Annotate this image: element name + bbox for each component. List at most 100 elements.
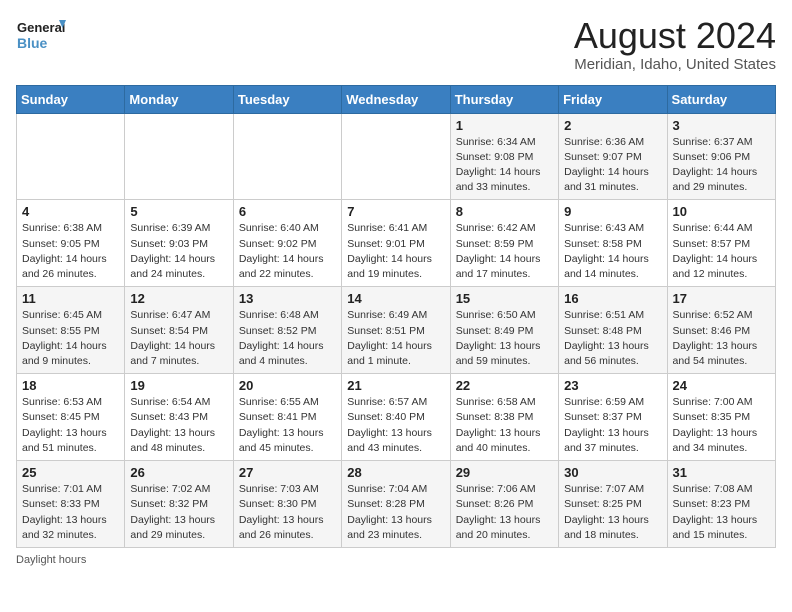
day-info: Sunrise: 6:44 AM Sunset: 8:57 PM Dayligh… [673,221,770,282]
svg-text:General: General [17,20,65,35]
day-number: 19 [130,378,227,393]
calendar-week-row: 1 Sunrise: 6:34 AM Sunset: 9:08 PM Daylig… [17,113,776,200]
calendar-cell: 4 Sunrise: 6:38 AM Sunset: 9:05 PM Daylig… [17,200,125,287]
day-number: 14 [347,291,444,306]
day-info: Sunrise: 6:51 AM Sunset: 8:48 PM Dayligh… [564,308,661,369]
day-info: Sunrise: 6:43 AM Sunset: 8:58 PM Dayligh… [564,221,661,282]
day-number: 11 [22,291,119,306]
day-number: 20 [239,378,336,393]
day-info: Sunrise: 6:49 AM Sunset: 8:51 PM Dayligh… [347,308,444,369]
calendar-cell: 29Sunrise: 7:06 AM Sunset: 8:26 PM Dayli… [450,461,558,548]
day-number: 13 [239,291,336,306]
day-info: Sunrise: 6:48 AM Sunset: 8:52 PM Dayligh… [239,308,336,369]
day-number: 17 [673,291,770,306]
weekday-header-cell: Tuesday [233,85,341,113]
calendar-cell [17,113,125,200]
calendar-cell: 1 Sunrise: 6:34 AM Sunset: 9:08 PM Daylig… [450,113,558,200]
day-number: 26 [130,465,227,480]
day-info: Sunrise: 6:58 AM Sunset: 8:38 PM Dayligh… [456,395,553,456]
calendar-cell: 12 Sunrise: 6:47 AM Sunset: 8:54 PM Dayli… [125,287,233,374]
calendar-cell: 2Sunrise: 6:36 AM Sunset: 9:07 PM Daylig… [559,113,667,200]
day-info: Sunrise: 6:39 AM Sunset: 9:03 PM Dayligh… [130,221,227,282]
calendar-body: 1 Sunrise: 6:34 AM Sunset: 9:08 PM Daylig… [17,113,776,547]
day-info: Sunrise: 7:00 AM Sunset: 8:35 PM Dayligh… [673,395,770,456]
calendar-cell: 13 Sunrise: 6:48 AM Sunset: 8:52 PM Dayli… [233,287,341,374]
weekday-header-cell: Sunday [17,85,125,113]
day-number: 27 [239,465,336,480]
calendar-cell: 16 Sunrise: 6:51 AM Sunset: 8:48 PM Dayli… [559,287,667,374]
calendar-week-row: 4 Sunrise: 6:38 AM Sunset: 9:05 PM Daylig… [17,200,776,287]
day-number: 28 [347,465,444,480]
day-number: 22 [456,378,553,393]
day-number: 31 [673,465,770,480]
calendar-cell: 7 Sunrise: 6:41 AM Sunset: 9:01 PM Daylig… [342,200,450,287]
day-info: Sunrise: 7:04 AM Sunset: 8:28 PM Dayligh… [347,482,444,543]
calendar-cell: 18 Sunrise: 6:53 AM Sunset: 8:45 PM Dayli… [17,374,125,461]
day-info: Sunrise: 6:37 AM Sunset: 9:06 PM Dayligh… [673,135,770,196]
day-number: 29 [456,465,553,480]
calendar-cell: 26Sunrise: 7:02 AM Sunset: 8:32 PM Dayli… [125,461,233,548]
day-info: Sunrise: 6:34 AM Sunset: 9:08 PM Dayligh… [456,135,553,196]
calendar-cell: 11 Sunrise: 6:45 AM Sunset: 8:55 PM Dayli… [17,287,125,374]
calendar-cell: 19 Sunrise: 6:54 AM Sunset: 8:43 PM Dayli… [125,374,233,461]
day-info: Sunrise: 6:47 AM Sunset: 8:54 PM Dayligh… [130,308,227,369]
calendar-cell [342,113,450,200]
day-info: Sunrise: 6:52 AM Sunset: 8:46 PM Dayligh… [673,308,770,369]
day-info: Sunrise: 7:07 AM Sunset: 8:25 PM Dayligh… [564,482,661,543]
day-info: Sunrise: 6:41 AM Sunset: 9:01 PM Dayligh… [347,221,444,282]
calendar-cell: 31 Sunrise: 7:08 AM Sunset: 8:23 PM Dayli… [667,461,775,548]
day-info: Sunrise: 7:03 AM Sunset: 8:30 PM Dayligh… [239,482,336,543]
day-number: 1 [456,118,553,133]
svg-text:Blue: Blue [17,35,48,51]
day-number: 16 [564,291,661,306]
day-number: 23 [564,378,661,393]
calendar-cell [233,113,341,200]
day-number: 6 [239,204,336,219]
calendar-cell: 30Sunrise: 7:07 AM Sunset: 8:25 PM Dayli… [559,461,667,548]
calendar-cell: 24Sunrise: 7:00 AM Sunset: 8:35 PM Dayli… [667,374,775,461]
day-number: 5 [130,204,227,219]
day-number: 7 [347,204,444,219]
day-number: 12 [130,291,227,306]
main-title: August 2024 [574,16,776,56]
calendar-cell: 3 Sunrise: 6:37 AM Sunset: 9:06 PM Daylig… [667,113,775,200]
day-info: Sunrise: 6:59 AM Sunset: 8:37 PM Dayligh… [564,395,661,456]
day-info: Sunrise: 6:42 AM Sunset: 8:59 PM Dayligh… [456,221,553,282]
calendar-week-row: 18 Sunrise: 6:53 AM Sunset: 8:45 PM Dayli… [17,374,776,461]
calendar-cell: 17 Sunrise: 6:52 AM Sunset: 8:46 PM Dayli… [667,287,775,374]
day-info: Sunrise: 6:38 AM Sunset: 9:05 PM Dayligh… [22,221,119,282]
weekday-header-cell: Saturday [667,85,775,113]
calendar-cell: 5 Sunrise: 6:39 AM Sunset: 9:03 PM Daylig… [125,200,233,287]
calendar-cell: 27 Sunrise: 7:03 AM Sunset: 8:30 PM Dayli… [233,461,341,548]
day-info: Sunrise: 7:01 AM Sunset: 8:33 PM Dayligh… [22,482,119,543]
day-number: 8 [456,204,553,219]
calendar-cell: 21Sunrise: 6:57 AM Sunset: 8:40 PM Dayli… [342,374,450,461]
day-number: 3 [673,118,770,133]
title-block: August 2024 Meridian, Idaho, United Stat… [574,16,776,73]
day-info: Sunrise: 6:40 AM Sunset: 9:02 PM Dayligh… [239,221,336,282]
day-info: Sunrise: 6:50 AM Sunset: 8:49 PM Dayligh… [456,308,553,369]
day-number: 25 [22,465,119,480]
calendar-cell: 10 Sunrise: 6:44 AM Sunset: 8:57 PM Dayli… [667,200,775,287]
calendar-cell: 8 Sunrise: 6:42 AM Sunset: 8:59 PM Daylig… [450,200,558,287]
day-info: Sunrise: 6:54 AM Sunset: 8:43 PM Dayligh… [130,395,227,456]
calendar-cell: 22 Sunrise: 6:58 AM Sunset: 8:38 PM Dayli… [450,374,558,461]
weekday-header-cell: Wednesday [342,85,450,113]
day-info: Sunrise: 6:53 AM Sunset: 8:45 PM Dayligh… [22,395,119,456]
day-info: Sunrise: 6:45 AM Sunset: 8:55 PM Dayligh… [22,308,119,369]
calendar-cell: 28 Sunrise: 7:04 AM Sunset: 8:28 PM Dayli… [342,461,450,548]
day-number: 10 [673,204,770,219]
day-info: Sunrise: 7:08 AM Sunset: 8:23 PM Dayligh… [673,482,770,543]
calendar-table: SundayMondayTuesdayWednesdayThursdayFrid… [16,85,776,548]
footer-note: Daylight hours [16,554,776,566]
calendar-cell: 23 Sunrise: 6:59 AM Sunset: 8:37 PM Dayli… [559,374,667,461]
subtitle: Meridian, Idaho, United States [574,56,776,73]
day-number: 4 [22,204,119,219]
weekday-header-row: SundayMondayTuesdayWednesdayThursdayFrid… [17,85,776,113]
day-number: 9 [564,204,661,219]
weekday-header-cell: Friday [559,85,667,113]
calendar-cell: 9 Sunrise: 6:43 AM Sunset: 8:58 PM Daylig… [559,200,667,287]
day-number: 18 [22,378,119,393]
day-info: Sunrise: 6:55 AM Sunset: 8:41 PM Dayligh… [239,395,336,456]
calendar-cell: 20 Sunrise: 6:55 AM Sunset: 8:41 PM Dayli… [233,374,341,461]
